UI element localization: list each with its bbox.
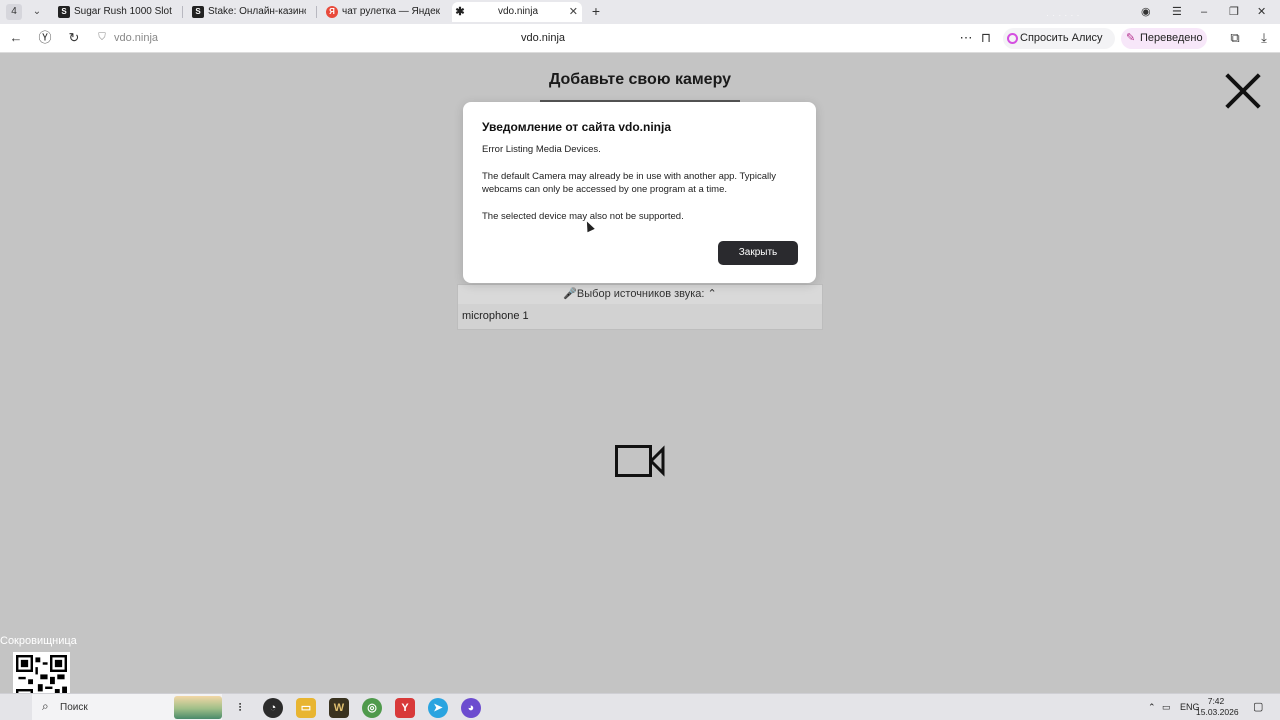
profile-icon[interactable]: ◉ [1141, 4, 1151, 20]
network-icon[interactable]: ▭ [1162, 702, 1171, 713]
yandex-home-icon[interactable]: Ⓨ [37, 30, 53, 46]
dialog-error-line: Error Listing Media Devices. [482, 144, 601, 155]
taskbar-clock[interactable]: 7:42 15.03.2026 [1196, 696, 1239, 718]
tab-title: Sugar Rush 1000 Slot Gam [74, 6, 172, 17]
yandex-browser-icon[interactable]: Y [395, 698, 415, 718]
page-title: Добавьте свою камеру [548, 71, 732, 88]
windows-taskbar: ⌕ Поиск ⫶ ◔ ▭ W ◎ Y ➤ ◕ ⌃ ▭ ENG 7:42 15.… [0, 693, 1280, 720]
notification-icon[interactable]: ▢ [1253, 700, 1263, 713]
audio-source-header[interactable]: 🎤Выбор источников звука: ⌃ [458, 285, 822, 304]
tab-title: чат рулетка — Яндекс: на [342, 6, 440, 17]
discord-icon[interactable]: ◕ [461, 698, 481, 718]
download-icon[interactable]: ⤓ [1256, 30, 1272, 46]
collections-icon[interactable]: ⧉ [1227, 30, 1243, 46]
page-title-in-bar[interactable]: vdo.ninja [490, 32, 596, 44]
dialog-message-line: webcams can only be accessed by one prog… [482, 184, 728, 195]
chrome-icon[interactable]: ◎ [362, 698, 382, 718]
tab-stake[interactable]: S Stake: Онлайн-казино и с [190, 2, 310, 22]
speedometer-app-icon[interactable]: ◔ [263, 698, 283, 718]
site-info-shield-icon[interactable]: ⛉ [94, 30, 110, 46]
minimize-icon[interactable]: – [1201, 4, 1207, 20]
tab-vdo-ninja[interactable]: ✱ vdo.ninja ✕ [452, 2, 582, 22]
search-icon: ⌕ [42, 699, 49, 713]
search-placeholder: Поиск [60, 702, 88, 713]
browser-menu-icon[interactable]: ☰ [1172, 4, 1182, 20]
dialog-message-line: The selected device may also not be supp… [482, 211, 684, 222]
dialog-close-button[interactable]: Закрыть [718, 241, 798, 265]
site-alert-dialog: Уведомление от сайта vdo.ninja Error Lis… [463, 102, 816, 283]
overlay-text-ghost: · · · · · · [1046, 10, 1080, 20]
task-view-icon[interactable]: ⫶ [230, 698, 250, 718]
reload-icon[interactable]: ↻ [66, 30, 82, 46]
more-dots-icon[interactable]: ⋯ [958, 30, 974, 46]
tab-separator [316, 6, 317, 18]
tab-sugar-rush[interactable]: S Sugar Rush 1000 Slot Gam [56, 2, 176, 22]
translated-label: Переведено [1140, 32, 1203, 44]
clock-time: 7:42 [1207, 696, 1225, 706]
treasury-label: Сокровищница [0, 635, 77, 647]
chevron-down-icon[interactable]: ⌄ [30, 4, 44, 20]
ask-alice-button[interactable]: Спросить Алису AI [1003, 28, 1115, 65]
clock-date: 15.03.2026 [1196, 707, 1239, 717]
video-camera-icon[interactable] [615, 445, 665, 477]
game-launcher-icon[interactable]: W [329, 698, 349, 718]
window-close-icon[interactable]: ✕ [1257, 4, 1266, 20]
restore-icon[interactable]: ❐ [1229, 4, 1239, 20]
ninja-favicon-icon: ✱ [455, 6, 465, 18]
microphone-option[interactable]: microphone 1 [462, 310, 529, 322]
tray-chevron-up-icon[interactable]: ⌃ [1148, 702, 1156, 713]
audio-source-panel: 🎤Выбор источников звука: ⌃ microphone 1 [457, 284, 823, 330]
translated-button[interactable]: ✎ Переведено [1121, 28, 1207, 49]
stake-favicon-icon: S [58, 6, 70, 18]
taskbar-search[interactable]: ⌕ Поиск [32, 694, 222, 720]
tab-separator [182, 6, 183, 18]
browser-tab-strip: 4 ⌄ S Sugar Rush 1000 Slot Gam S Stake: … [0, 0, 1280, 24]
tab-title: Stake: Онлайн-казино и с [208, 6, 306, 17]
alice-icon [1007, 33, 1018, 44]
telegram-icon[interactable]: ➤ [428, 698, 448, 718]
tab-count-badge[interactable]: 4 [6, 4, 22, 20]
dialog-message-line: The default Camera may already be in use… [482, 171, 776, 182]
stake-favicon-icon: S [192, 6, 204, 18]
close-icon[interactable]: ✕ [569, 2, 578, 22]
new-tab-plus-icon[interactable]: + [588, 3, 604, 19]
bookmark-icon[interactable]: ⊓ [978, 30, 994, 46]
url-domain[interactable]: vdo.ninja [114, 32, 158, 44]
yandex-favicon-icon: Я [326, 6, 338, 18]
address-bar: ← Ⓨ ↻ ⛉ vdo.ninja vdo.ninja ⋯ ⊓ Спросить… [0, 24, 1280, 65]
back-arrow-icon[interactable]: ← [8, 30, 24, 46]
translate-icon: ✎ [1126, 32, 1136, 44]
search-highlight-image [174, 696, 222, 719]
close-icon[interactable] [1224, 72, 1262, 110]
tab-yandex-search[interactable]: Я чат рулетка — Яндекс: на [324, 2, 444, 22]
file-explorer-icon[interactable]: ▭ [296, 698, 316, 718]
dialog-title: Уведомление от сайта vdo.ninja [482, 120, 672, 134]
tab-title: vdo.ninja [498, 6, 539, 17]
